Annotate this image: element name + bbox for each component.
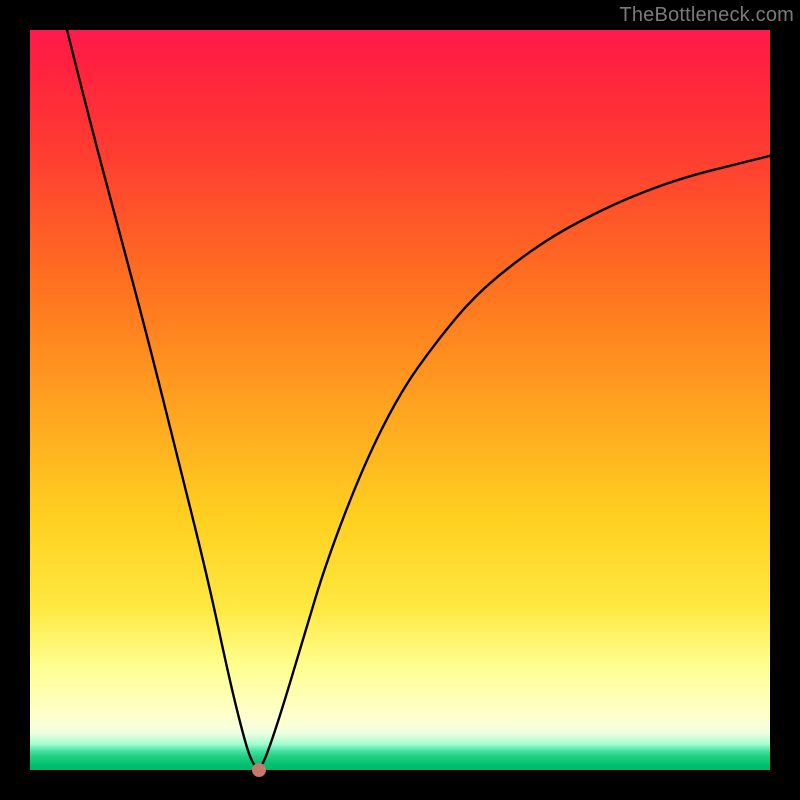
plot-area (30, 30, 770, 770)
bottleneck-curve (30, 30, 770, 770)
watermark-text: TheBottleneck.com (619, 4, 794, 27)
curve-path (67, 30, 770, 768)
minimum-marker (252, 763, 266, 777)
chart-container: TheBottleneck.com (0, 0, 800, 800)
